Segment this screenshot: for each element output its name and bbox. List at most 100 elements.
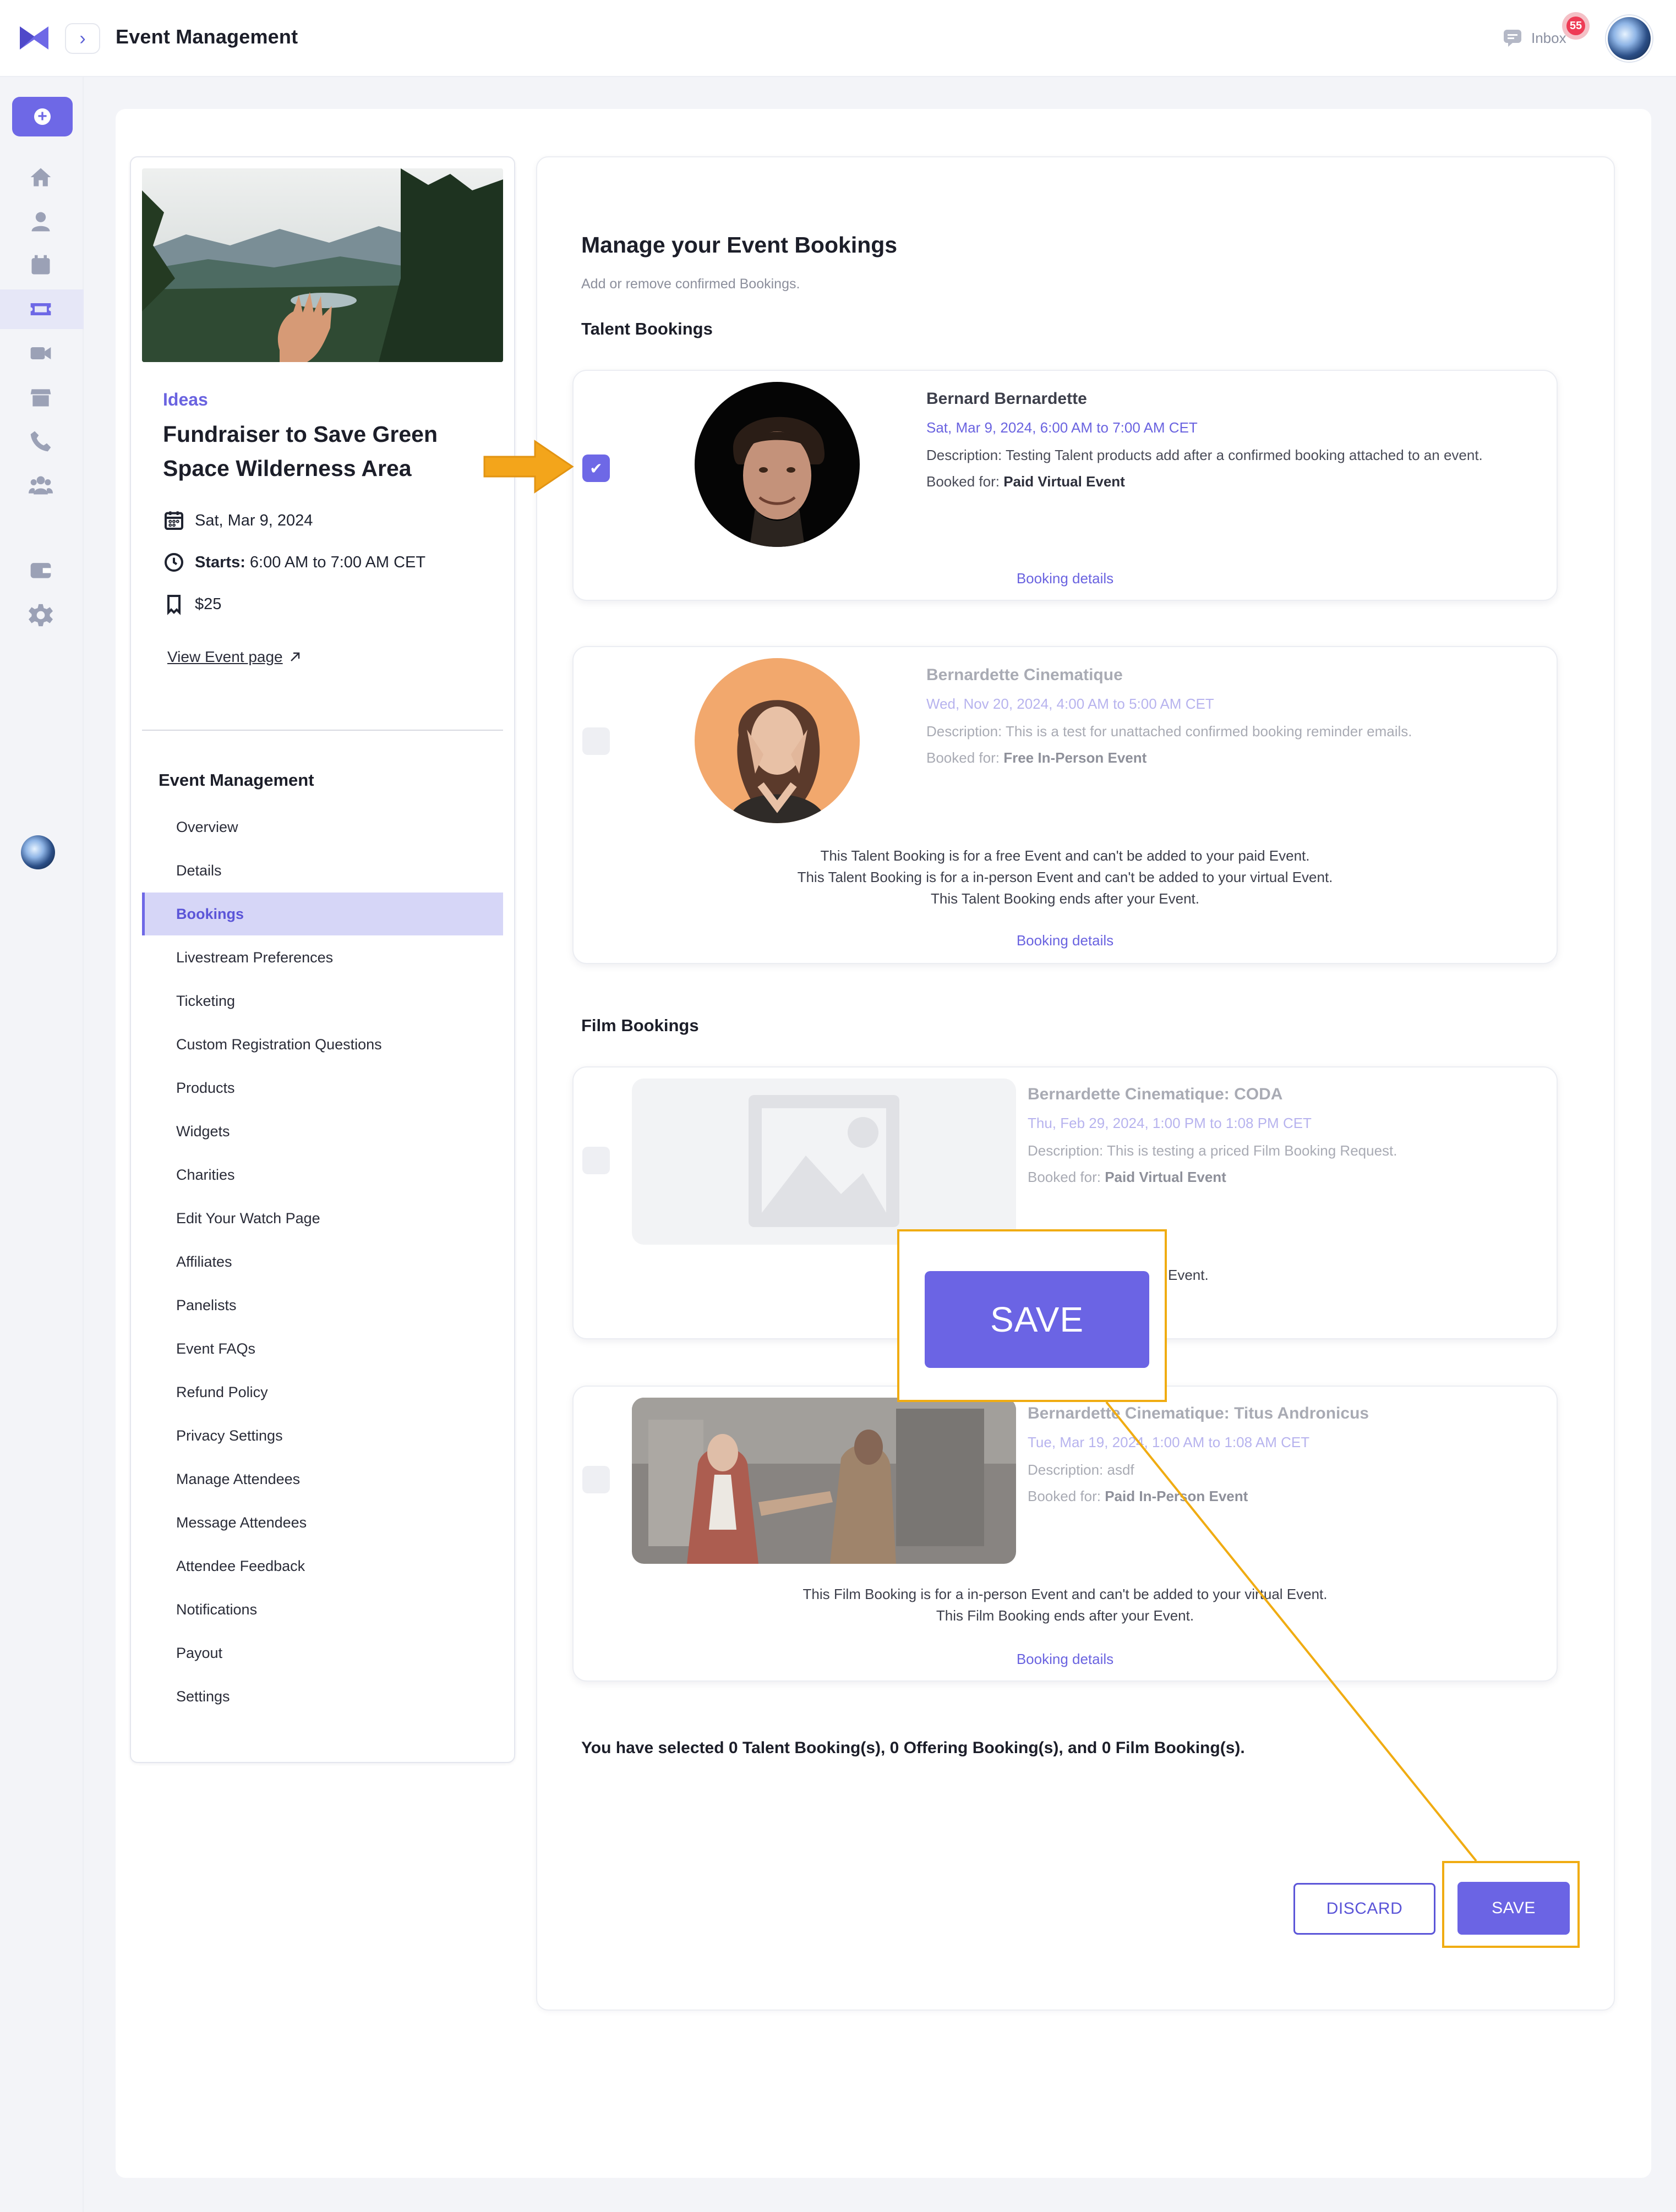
film-bookings-title: Film Bookings	[581, 1016, 699, 1035]
booking-name: Bernardette Cinematique: CODA	[1028, 1085, 1283, 1103]
booking-checkbox[interactable]	[582, 727, 610, 755]
booking-details-link[interactable]: Booking details	[572, 932, 1558, 949]
nav-item-overview[interactable]: Overview	[142, 806, 503, 848]
store-icon[interactable]	[26, 383, 55, 412]
booking-name: Bernard Bernardette	[926, 390, 1087, 408]
person-icon[interactable]	[26, 207, 55, 236]
inbox-button[interactable]: Inbox	[1503, 24, 1566, 52]
booked-for-label: Booked for:	[926, 473, 1000, 490]
create-button[interactable]: +	[12, 97, 73, 136]
booked-for-label: Booked for:	[1028, 1488, 1101, 1504]
booking-checkbox[interactable]	[582, 1147, 610, 1174]
phone-icon[interactable]	[26, 427, 55, 456]
wallet-icon[interactable]	[26, 556, 55, 584]
booked-for-label: Booked for:	[926, 749, 1000, 766]
home-icon[interactable]	[26, 163, 55, 191]
zoomed-save-button: SAVE	[925, 1271, 1149, 1368]
expand-sidebar-button[interactable]: ›	[65, 23, 100, 54]
booked-for-value: Paid In-Person Event	[1105, 1488, 1248, 1504]
booking-notes: This Film Booking is for a in-person Eve…	[572, 1584, 1558, 1627]
nav-item-details[interactable]: Details	[142, 849, 503, 892]
nav-item-widgets[interactable]: Widgets	[142, 1110, 503, 1153]
chat-icon	[1504, 30, 1521, 47]
booking-checkbox[interactable]: ✔	[582, 455, 610, 482]
booked-for-value: Free In-Person Event	[1003, 749, 1147, 766]
nav-item-charities[interactable]: Charities	[142, 1153, 503, 1196]
chevron-right-icon: ›	[79, 28, 86, 49]
event-time: 6:00 AM to 7:00 AM CET	[249, 553, 426, 571]
divider	[142, 730, 503, 731]
booking-details-link[interactable]: Booking details	[572, 1651, 1558, 1668]
logo-icon[interactable]	[19, 24, 50, 52]
booking-date: Wed, Nov 20, 2024, 4:00 AM to 5:00 AM CE…	[926, 696, 1214, 712]
booking-description: Description: This is a test for unattach…	[926, 723, 1412, 740]
nav-item-manage-attendees[interactable]: Manage Attendees	[142, 1458, 503, 1501]
nav-item-attendee-feedback[interactable]: Attendee Feedback	[142, 1545, 503, 1587]
inbox-count-badge: 55	[1562, 12, 1590, 40]
nav-heading: Event Management	[159, 770, 314, 790]
booking-note: This Talent Booking ends after your Even…	[930, 890, 1200, 907]
booking-note: This Film Booking is for a in-person Eve…	[802, 1586, 1328, 1602]
booking-booked-for: Booked for: Paid Virtual Event	[926, 473, 1125, 490]
clock-icon	[165, 553, 183, 572]
booking-details-link[interactable]: Booking details	[572, 570, 1558, 587]
nav-item-livestream-preferences[interactable]: Livestream Preferences	[142, 936, 503, 979]
nav-item-notifications[interactable]: Notifications	[142, 1588, 503, 1631]
booked-for-value: Paid Virtual Event	[1105, 1169, 1226, 1185]
discard-button[interactable]: DISCARD	[1293, 1883, 1435, 1935]
user-avatar[interactable]	[1606, 15, 1652, 62]
save-button-highlight	[1442, 1861, 1580, 1948]
event-date: Sat, Mar 9, 2024	[195, 511, 313, 529]
booking-name: Bernardette Cinematique: Titus Andronicu…	[1028, 1404, 1369, 1422]
nav-item-products[interactable]: Products	[142, 1066, 503, 1109]
image-placeholder-icon	[749, 1095, 899, 1227]
booking-notes: This Talent Booking is for a free Event …	[572, 845, 1558, 910]
nav-item-payout[interactable]: Payout	[142, 1631, 503, 1674]
event-time-row: Starts: 6:00 AM to 7:00 AM CET	[163, 551, 425, 573]
nav-item-ticketing[interactable]: Ticketing	[142, 979, 503, 1022]
plus-icon: +	[34, 108, 51, 125]
nav-item-refund-policy[interactable]: Refund Policy	[142, 1371, 503, 1414]
bookmark-icon	[167, 595, 181, 615]
event-category[interactable]: Ideas	[163, 390, 208, 410]
talent-portrait	[695, 382, 860, 547]
booking-date: Sat, Mar 9, 2024, 6:00 AM to 7:00 AM CET	[926, 419, 1198, 436]
event-price: $25	[195, 595, 222, 613]
nav-item-panelists[interactable]: Panelists	[142, 1284, 503, 1327]
booking-description: Description: This is testing a priced Fi…	[1028, 1142, 1397, 1159]
bookings-heading: Manage your Event Bookings	[581, 232, 898, 258]
nav-item-settings[interactable]: Settings	[142, 1675, 503, 1718]
booking-note: This Film Booking ends after your Event.	[936, 1607, 1194, 1624]
nav-item-event-faqs[interactable]: Event FAQs	[142, 1327, 503, 1370]
nav-item-message-attendees[interactable]: Message Attendees	[142, 1501, 503, 1544]
gear-icon[interactable]	[26, 601, 55, 629]
nav-item-privacy-settings[interactable]: Privacy Settings	[142, 1414, 503, 1457]
group-icon[interactable]	[26, 471, 55, 500]
booking-description: Description: asdf	[1028, 1461, 1134, 1478]
nav-item-affiliates[interactable]: Affiliates	[142, 1240, 503, 1283]
ticket-icon[interactable]	[26, 295, 55, 324]
video-icon[interactable]	[26, 339, 55, 368]
view-event-label: View Event page	[167, 648, 283, 665]
talent-bookings-title: Talent Bookings	[581, 319, 713, 338]
nav-item-edit-watch-page[interactable]: Edit Your Watch Page	[142, 1197, 503, 1240]
nav-item-custom-registration-questions[interactable]: Custom Registration Questions	[142, 1023, 503, 1066]
booking-date: Thu, Feb 29, 2024, 1:00 PM to 1:08 PM CE…	[1028, 1115, 1312, 1131]
booking-checkbox[interactable]	[582, 1466, 610, 1493]
booking-booked-for: Booked for: Free In-Person Event	[926, 749, 1147, 766]
view-event-link[interactable]: View Event page	[167, 648, 302, 666]
bookings-subheading: Add or remove confirmed Bookings.	[581, 276, 800, 292]
calendar-icon[interactable]	[26, 251, 55, 280]
film-thumbnail	[632, 1078, 1016, 1245]
booking-name: Bernardette Cinematique	[926, 666, 1123, 684]
booked-for-label: Booked for:	[1028, 1169, 1101, 1185]
booking-note: Event.	[1168, 1267, 1209, 1283]
selection-summary: You have selected 0 Talent Booking(s), 0…	[581, 1739, 1245, 1757]
booking-booked-for: Booked for: Paid In-Person Event	[1028, 1488, 1248, 1505]
film-thumbnail	[632, 1398, 1016, 1564]
event-title: Fundraiser to Save Green Space Wildernes…	[163, 421, 438, 481]
rail-avatar[interactable]	[21, 835, 55, 869]
nav-item-bookings[interactable]: Bookings	[142, 893, 503, 935]
talent-portrait	[695, 658, 860, 823]
booked-for-value: Paid Virtual Event	[1003, 473, 1125, 490]
